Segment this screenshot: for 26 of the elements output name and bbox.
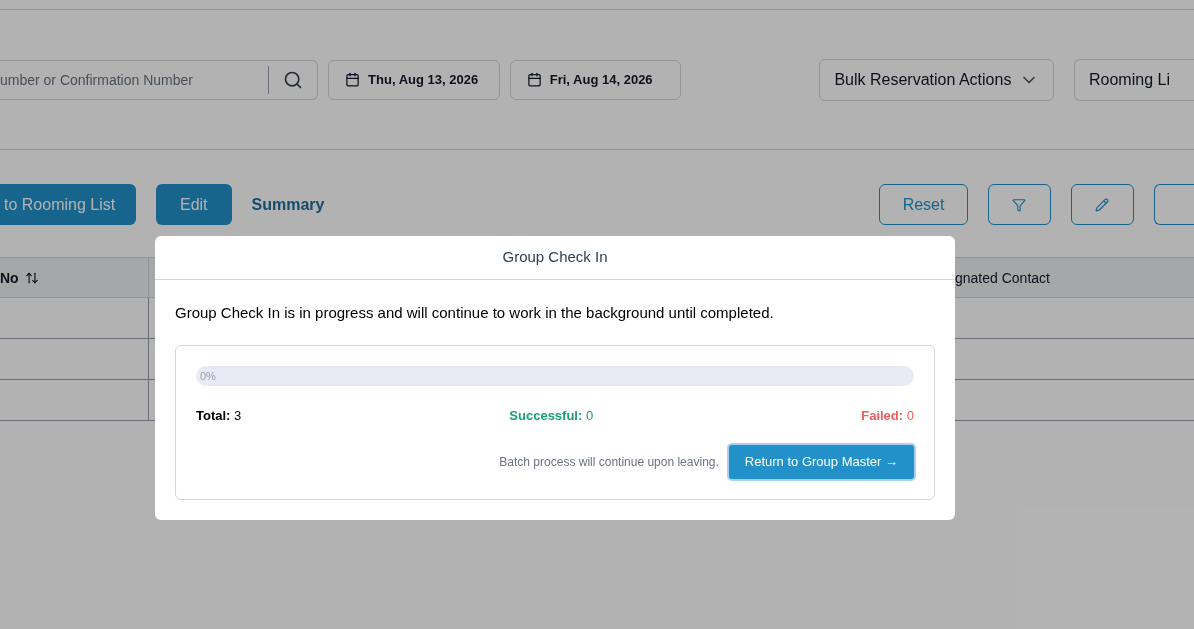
- stat-text: Successful: 0: [509, 406, 594, 425]
- search-field[interactable]: umber or Confirmation Number: [0, 59, 319, 100]
- return-button[interactable]: Return to Group Master →: [728, 445, 914, 479]
- calendar-icon: [526, 72, 542, 87]
- stat-text: Failed: 0: [861, 406, 914, 425]
- date-picker[interactable]: Thu, Aug 13, 2026: [328, 59, 500, 100]
- edit-columns-button[interactable]: [1070, 184, 1134, 225]
- summary-link[interactable]: Summary: [251, 192, 325, 217]
- search-input[interactable]: umber or Confirmation Number: [0, 69, 269, 90]
- bulk-actions-dropdown[interactable]: Bulk Reservation Actions: [819, 58, 1054, 101]
- filter-icon: [1012, 197, 1027, 212]
- stat-text: Total: 3: [196, 406, 242, 425]
- dialog-title: Group Check In: [502, 247, 608, 268]
- column-header[interactable]: gnated Contact: [955, 258, 1050, 297]
- progress-label: 0%: [200, 368, 216, 384]
- filter-button[interactable]: [987, 184, 1051, 225]
- pencil-icon: [1095, 197, 1110, 212]
- search-icon[interactable]: [283, 69, 304, 90]
- more-button[interactable]: [1154, 184, 1194, 225]
- calendar-icon: [345, 72, 361, 87]
- column-header[interactable]: No: [0, 258, 149, 297]
- sort-icon[interactable]: [24, 270, 39, 285]
- date-picker[interactable]: Fri, Aug 14, 2026: [509, 59, 682, 100]
- dialog-message: Group Check In is in progress and will continue to work in the background until completed.: [175, 303, 775, 323]
- batch-note: Batch process will continue upon leaving.: [499, 454, 719, 471]
- rooming-list-dropdown[interactable]: Rooming Li: [1074, 58, 1194, 101]
